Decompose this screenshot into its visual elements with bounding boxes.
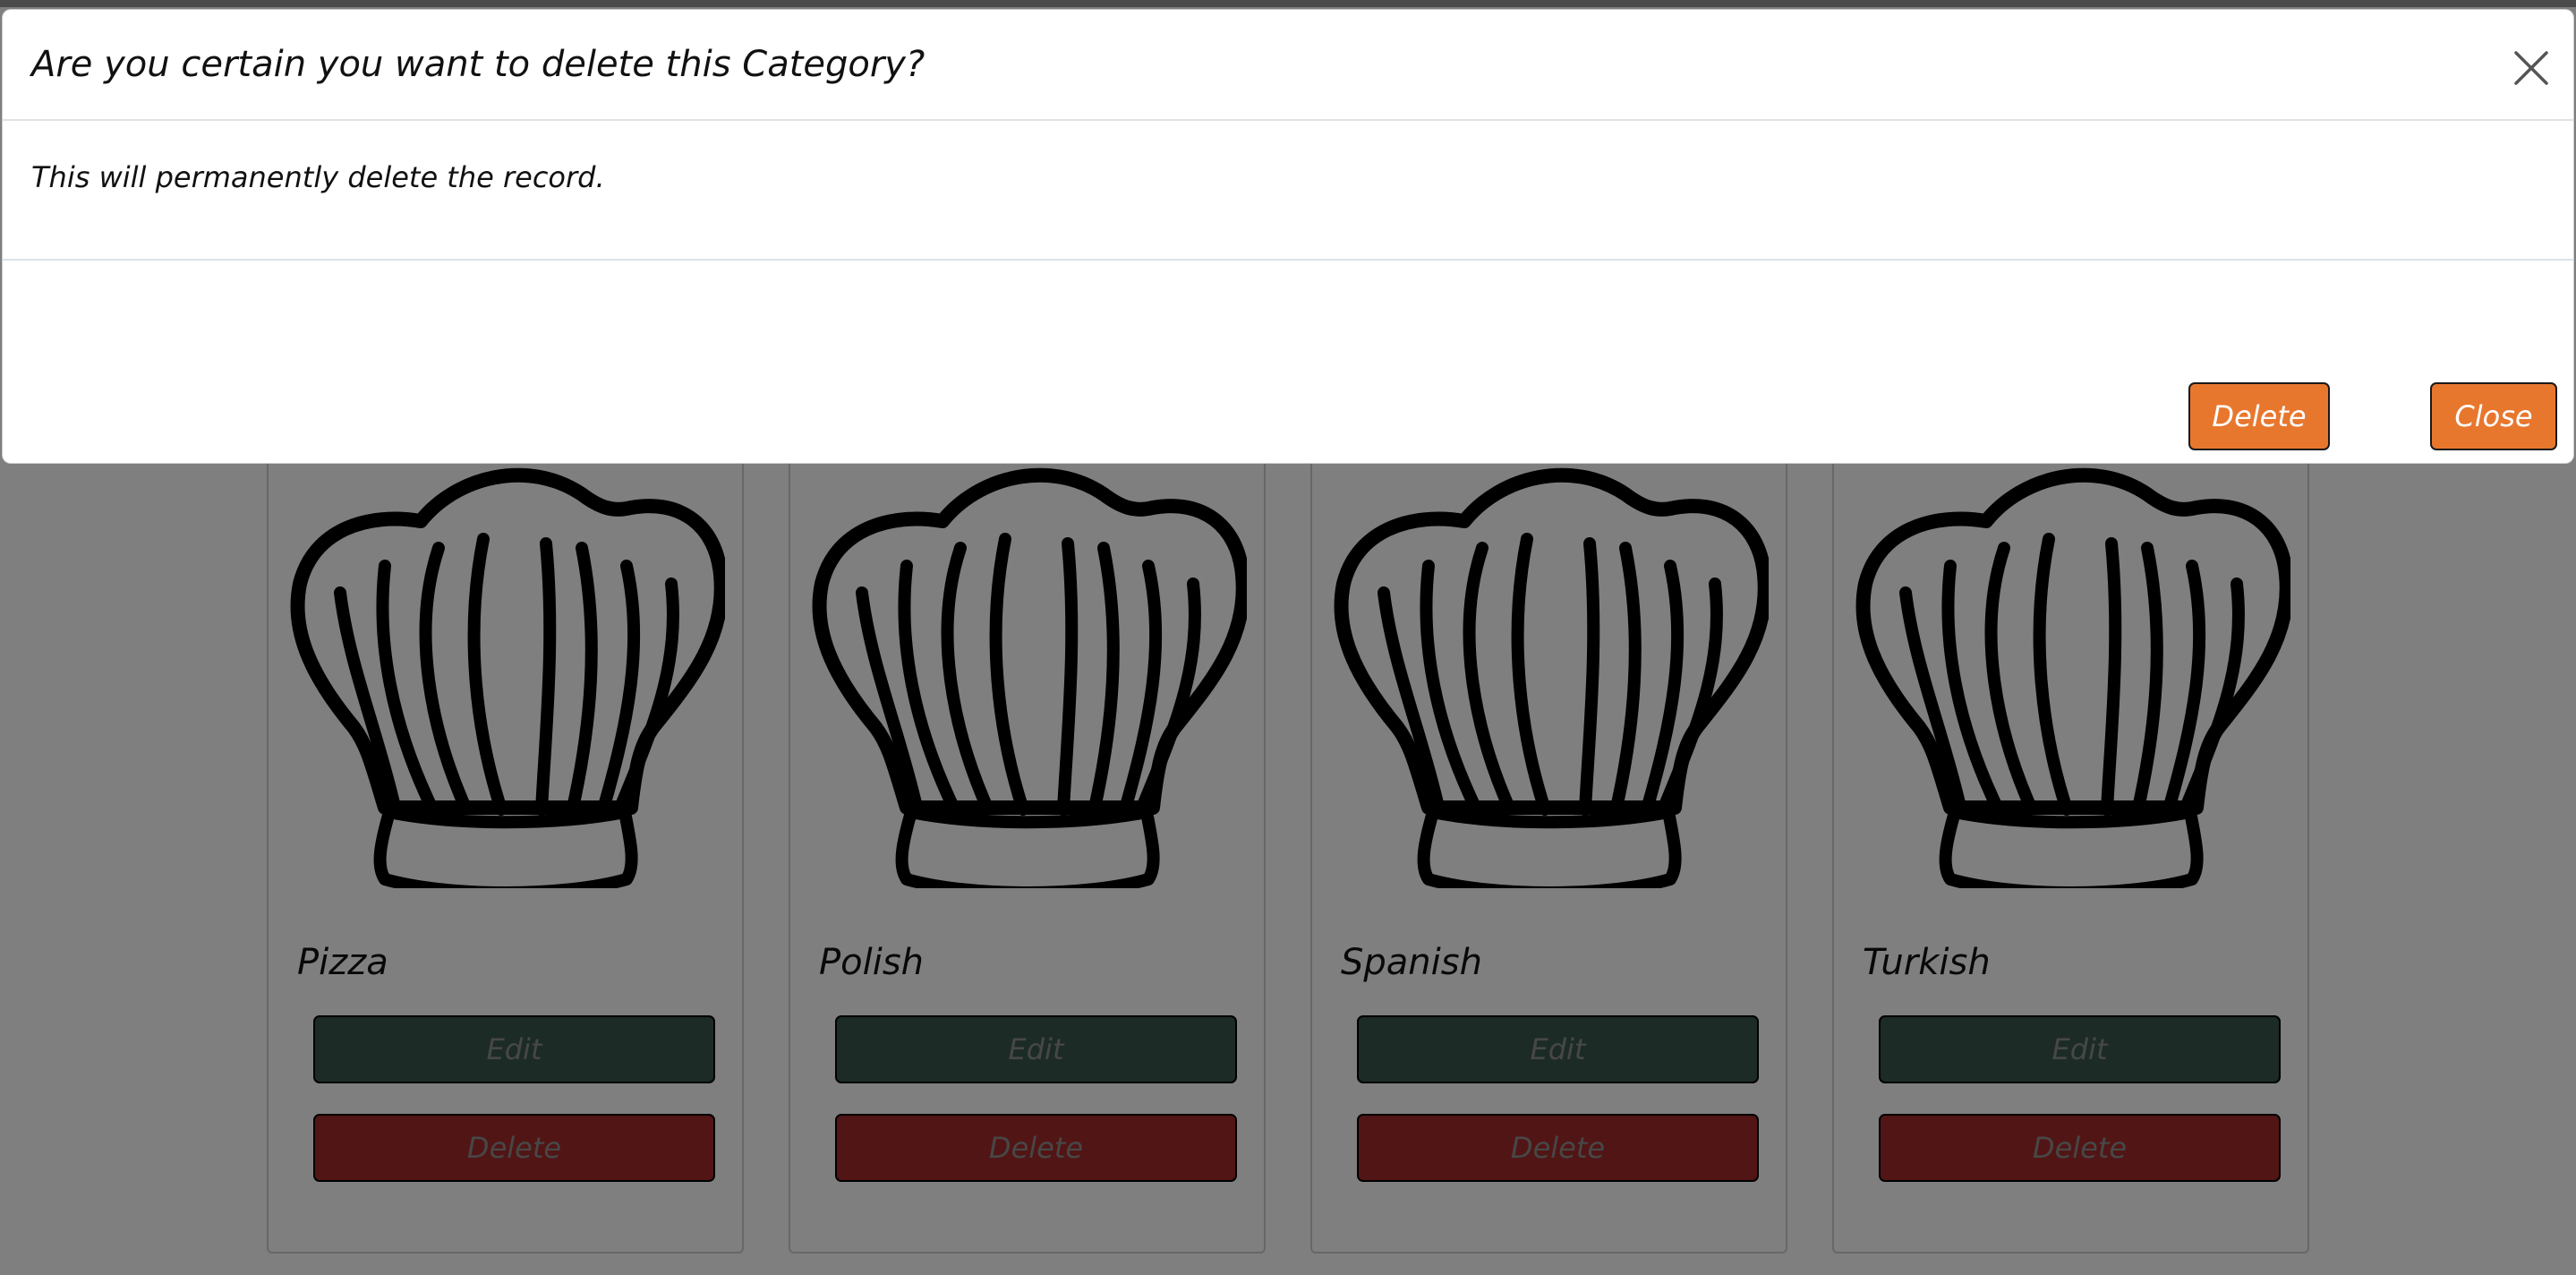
top-edge-bar — [0, 0, 2576, 7]
modal-title: Are you certain you want to delete this … — [31, 44, 925, 85]
modal-footer: Delete Close — [3, 261, 2573, 463]
close-button[interactable]: Close — [2430, 382, 2557, 450]
modal-header: Are you certain you want to delete this … — [3, 10, 2573, 121]
modal-body: This will permanently delete the record. — [3, 121, 2573, 261]
close-icon[interactable] — [2511, 47, 2552, 89]
delete-confirm-modal: Are you certain you want to delete this … — [2, 9, 2574, 464]
modal-body-text: This will permanently delete the record. — [31, 160, 605, 194]
confirm-delete-button[interactable]: Delete — [2188, 382, 2330, 450]
